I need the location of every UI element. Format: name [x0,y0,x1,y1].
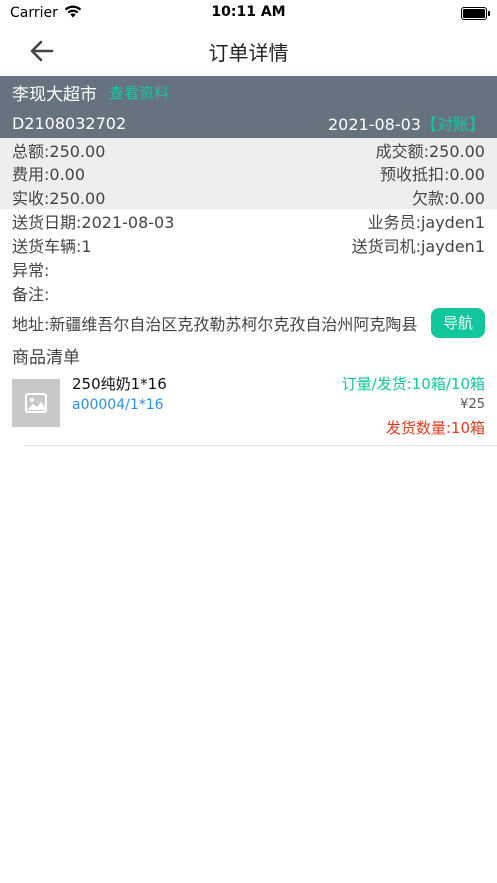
remark-field: 备注: [12,284,50,304]
page-title: 订单详情 [208,40,289,65]
goods-section-title: 商品清单 [12,348,80,368]
status-bar: Carrier 10:11 AM [0,0,497,26]
goods-code: a00004/1*16 [72,396,164,413]
delivery-driver: 送货司机:jayden1 [351,236,485,256]
wifi-icon [64,5,82,22]
order-date: 2021-08-03 [328,115,421,134]
amount-summary: 总额:250.00 成交额:250.00 费用:0.00 预收抵扣:0.00 实… [0,138,497,209]
status-left: Carrier [10,5,82,22]
nav-bar: 订单详情 [0,26,497,76]
arrow-left-icon [30,40,54,62]
order-date-group: 2021-08-03【对账】 [328,111,485,135]
deal-amount: 成交额:250.00 [375,141,485,161]
total-amount: 总额:250.00 [12,141,106,161]
goods-divider [24,444,497,446]
image-placeholder-icon [25,392,47,413]
reconcile-link[interactable]: 【对账】 [421,115,485,134]
goods-name: 250纯奶1*16 [72,374,167,393]
back-button[interactable] [28,38,56,64]
goods-ship-qty: 发货数量:10箱 [385,418,485,437]
received-amount: 实收:250.00 [12,188,106,208]
delivery-vehicle: 送货车辆:1 [12,236,92,256]
product-thumbnail [12,378,60,427]
carrier-label: Carrier [10,5,58,21]
order-header: 李现大超市 查看资料 D2108032702 2021-08-03【对账】 [0,76,497,138]
fee-amount: 费用:0.00 [12,165,86,185]
goods-item[interactable]: 250纯奶1*16 a00004/1*16 订量/发货:10箱/10箱 ¥25 … [12,373,497,445]
navigate-button[interactable]: 导航 [431,307,485,338]
delivery-info: 送货日期:2021-08-03 业务员:jayden1 送货车辆:1 送货司机:… [0,209,497,305]
prepaid-deduct-amount: 预收抵扣:0.00 [379,165,485,185]
address-text: 地址:新疆维吾尔自治区克孜勒苏柯尔克孜自治州阿克陶县 [12,314,418,334]
goods-order-qty: 订量/发货:10箱/10箱 [341,374,485,393]
battery-icon [461,6,490,20]
exception-field: 异常: [12,260,50,280]
salesman: 业务员:jayden1 [367,212,485,232]
owed-amount: 欠款:0.00 [411,188,485,208]
order-number: D2108032702 [12,113,127,133]
customer-name: 李现大超市 [12,84,97,105]
delivery-date: 送货日期:2021-08-03 [12,212,175,232]
goods-price: ¥25 [460,396,485,412]
view-profile-link[interactable]: 查看资料 [109,82,169,103]
address-row: 地址:新疆维吾尔自治区克孜勒苏柯尔克孜自治州阿克陶县 导航 [0,305,497,341]
